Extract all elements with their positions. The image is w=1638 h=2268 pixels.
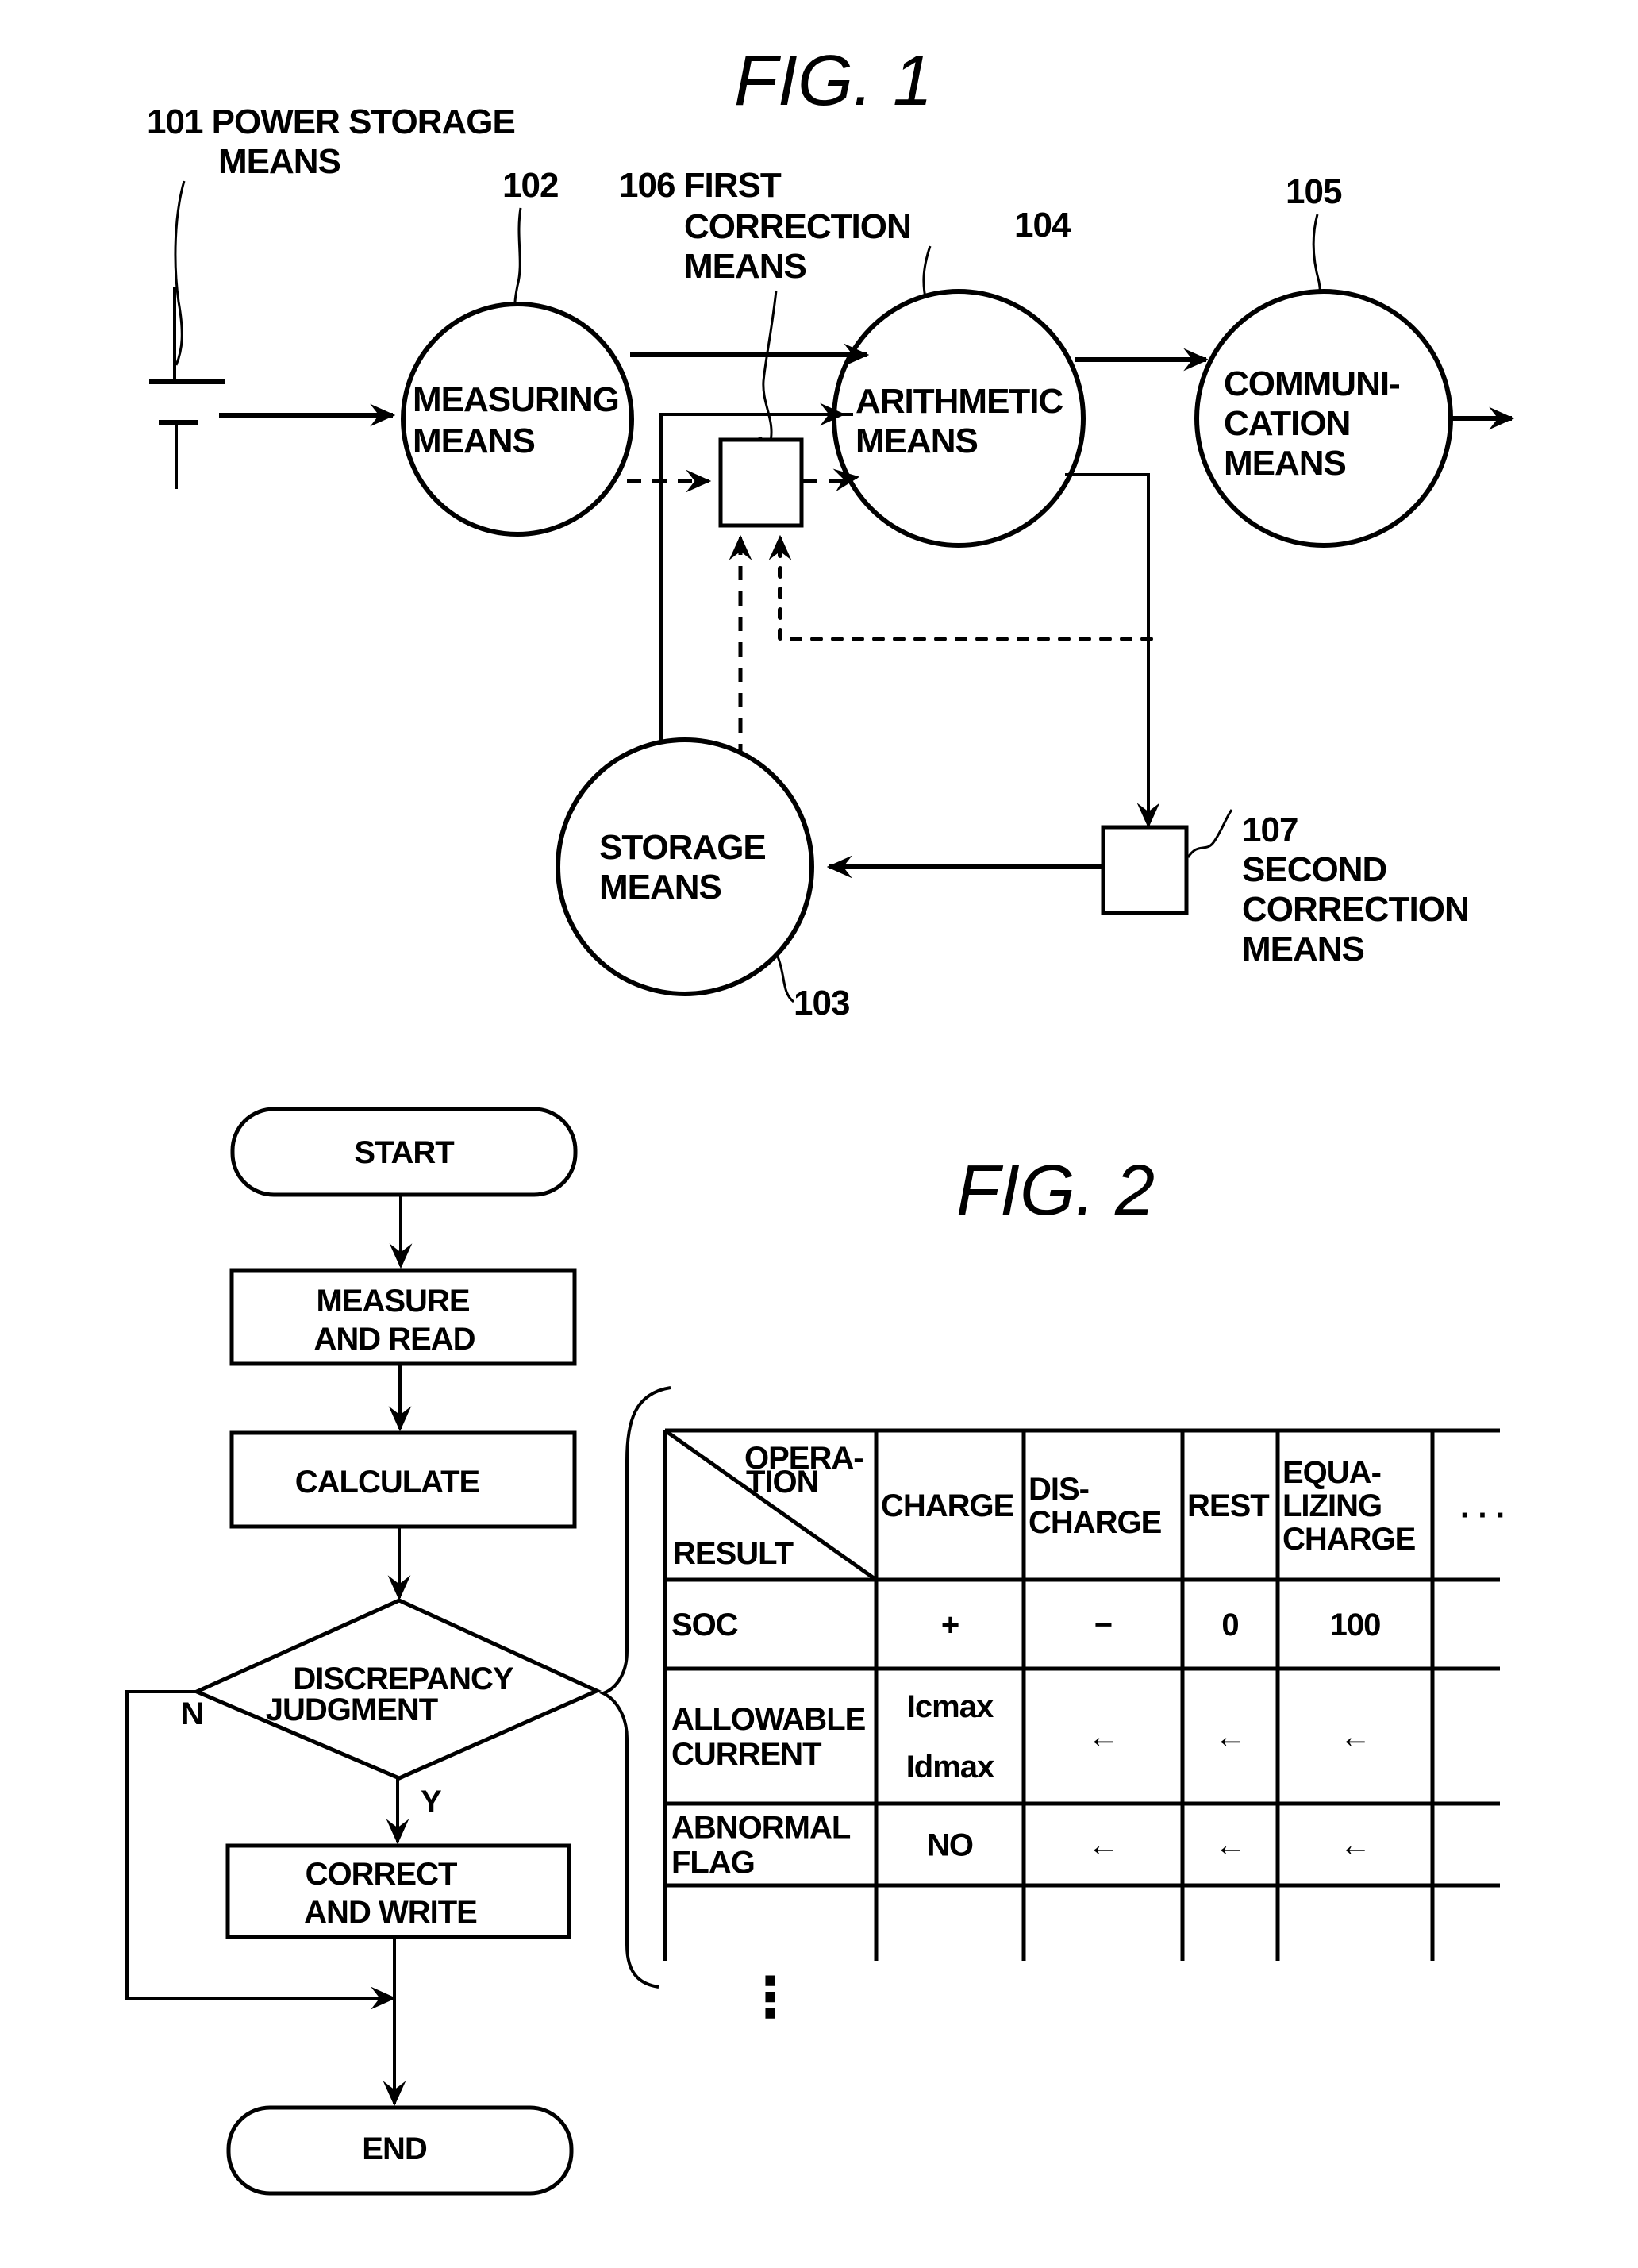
flow-no-label: N xyxy=(181,1696,203,1731)
leader-102 xyxy=(513,207,522,317)
measuring-means-node xyxy=(401,302,634,537)
flow-measure-line1: MEASURE xyxy=(316,1284,469,1319)
table-row-2-cell-3: ← xyxy=(1340,1828,1371,1863)
table-row-1-cell-1: ← xyxy=(1088,1719,1119,1754)
flow-judgment-line2: JUDGMENT xyxy=(266,1692,438,1727)
table-row-1-label-1: CURRENT xyxy=(671,1737,821,1772)
result-table: OPERA-TIONRESULTCHARGE DIS-CHARGE RESTEQUA… xyxy=(663,1428,1506,2028)
communication-means-line1: COMMUNI- xyxy=(1224,364,1400,403)
table-row-1-label-0: ALLOWABLE xyxy=(671,1702,866,1737)
table-row-0-label-0: SOC xyxy=(671,1608,738,1642)
fig1: FIG. 1 101 POWER STORAGE MEANS 102 MEASU… xyxy=(147,41,1515,1022)
ref-104: 104 xyxy=(1014,206,1071,245)
first-correction-label-3: MEANS xyxy=(684,247,806,286)
flow-judgment-line1: DISCREPANCY xyxy=(293,1662,514,1696)
arithmetic-means-line1: ARITHMETIC xyxy=(856,382,1063,421)
ref-105: 105 xyxy=(1286,172,1342,211)
flow-correct-line2: AND WRITE xyxy=(304,1895,477,1930)
second-correction-box xyxy=(1101,825,1189,915)
communication-means-line3: MEANS xyxy=(1224,444,1346,483)
ref-107: 107 xyxy=(1242,811,1298,849)
first-correction-label-1: 106 FIRST xyxy=(619,166,782,205)
table-row-2-cell-2: ← xyxy=(1215,1828,1246,1863)
flow-yes-label: Y xyxy=(421,1785,442,1819)
table-row-1-cell-0-line-1: Idmax xyxy=(906,1750,994,1785)
ref-103: 103 xyxy=(794,984,849,1022)
flow-start-label: START xyxy=(354,1135,454,1170)
table-row-0-cell-3: 100 xyxy=(1330,1608,1381,1642)
table-header-3-line-1: LIZING xyxy=(1282,1488,1382,1523)
second-correction-label-2: CORRECTION xyxy=(1242,890,1469,929)
table-more-rows: ⋮ xyxy=(743,1966,798,2028)
communication-means-line2: CATION xyxy=(1224,404,1350,443)
storage-means-node xyxy=(556,737,814,996)
table-row-0-cell-1: − xyxy=(1094,1608,1112,1642)
table-header-1-line-1: CHARGE xyxy=(1029,1505,1162,1540)
first-correction-label-2: CORRECTION xyxy=(684,207,911,246)
table-row-0-cell-2: 0 xyxy=(1221,1608,1238,1642)
measuring-means-line2: MEANS xyxy=(413,422,535,460)
table-row-2-cell-1: ← xyxy=(1088,1828,1119,1863)
table-row-0-cell-0: + xyxy=(941,1608,959,1642)
table-header-3-line-2: CHARGE xyxy=(1282,1522,1416,1557)
table-brace xyxy=(598,1386,671,1989)
storage-means-line2: MEANS xyxy=(599,868,721,907)
fig2-title: FIG. 2 xyxy=(956,1151,1155,1230)
table-header-2-line-0: REST xyxy=(1187,1488,1269,1523)
table-row-2-label-0: ABNORMAL xyxy=(671,1811,851,1846)
table-header-1-line-0: DIS- xyxy=(1029,1472,1089,1507)
patent-drawing-sheet: FIG. 1 101 POWER STORAGE MEANS 102 MEASU… xyxy=(125,41,1515,2196)
power-storage-label-2: MEANS xyxy=(218,142,340,181)
fig1-title: FIG. 1 xyxy=(734,41,932,121)
table-more-columns: · · · xyxy=(1460,1498,1505,1533)
power-storage-label: 101 POWER STORAGE xyxy=(147,102,515,141)
table-header-3-line-0: EQUA- xyxy=(1282,1455,1381,1490)
battery-icon xyxy=(149,287,225,489)
table-corner-operation-2: TION xyxy=(746,1465,819,1500)
leader-107 xyxy=(1186,809,1233,858)
storage-means-line1: STORAGE xyxy=(599,828,766,867)
arrowhead-dash-2 xyxy=(832,468,860,492)
line-arithmetic-to-second-correction xyxy=(1065,473,1150,818)
measuring-means-line1: MEASURING xyxy=(413,380,619,419)
arithmetic-means-line2: MEANS xyxy=(856,422,978,460)
flow-measure-line2: AND READ xyxy=(313,1322,475,1357)
table-row-2-cell-0: NO xyxy=(927,1828,973,1863)
leader-106 xyxy=(758,290,778,452)
flow-correct-line1: CORRECT xyxy=(306,1857,457,1892)
table-row-1-cell-3: ← xyxy=(1340,1719,1371,1754)
flow-end-label: END xyxy=(362,2131,427,2166)
second-correction-label-1: SECOND xyxy=(1242,850,1386,889)
flow-calculate-label: CALCULATE xyxy=(295,1465,480,1500)
table-row-2-label-1: FLAG xyxy=(671,1846,755,1881)
leader-101 xyxy=(174,180,186,366)
dotted-arithmetic-to-first-correction xyxy=(778,545,1153,641)
second-correction-label-3: MEANS xyxy=(1242,930,1364,968)
table-row-1-cell-0-line-0: Icmax xyxy=(907,1689,994,1724)
first-correction-box xyxy=(718,437,804,528)
table-row-1-cell-2: ← xyxy=(1215,1719,1246,1754)
table-corner-result: RESULT xyxy=(673,1536,794,1571)
fig2: FIG. 2 START MEASURE AND READ CALCULATE … xyxy=(125,1107,1506,2196)
leader-103 xyxy=(776,956,795,1003)
ref-102: 102 xyxy=(502,166,558,205)
table-header-0-line-0: CHARGE xyxy=(881,1488,1014,1523)
